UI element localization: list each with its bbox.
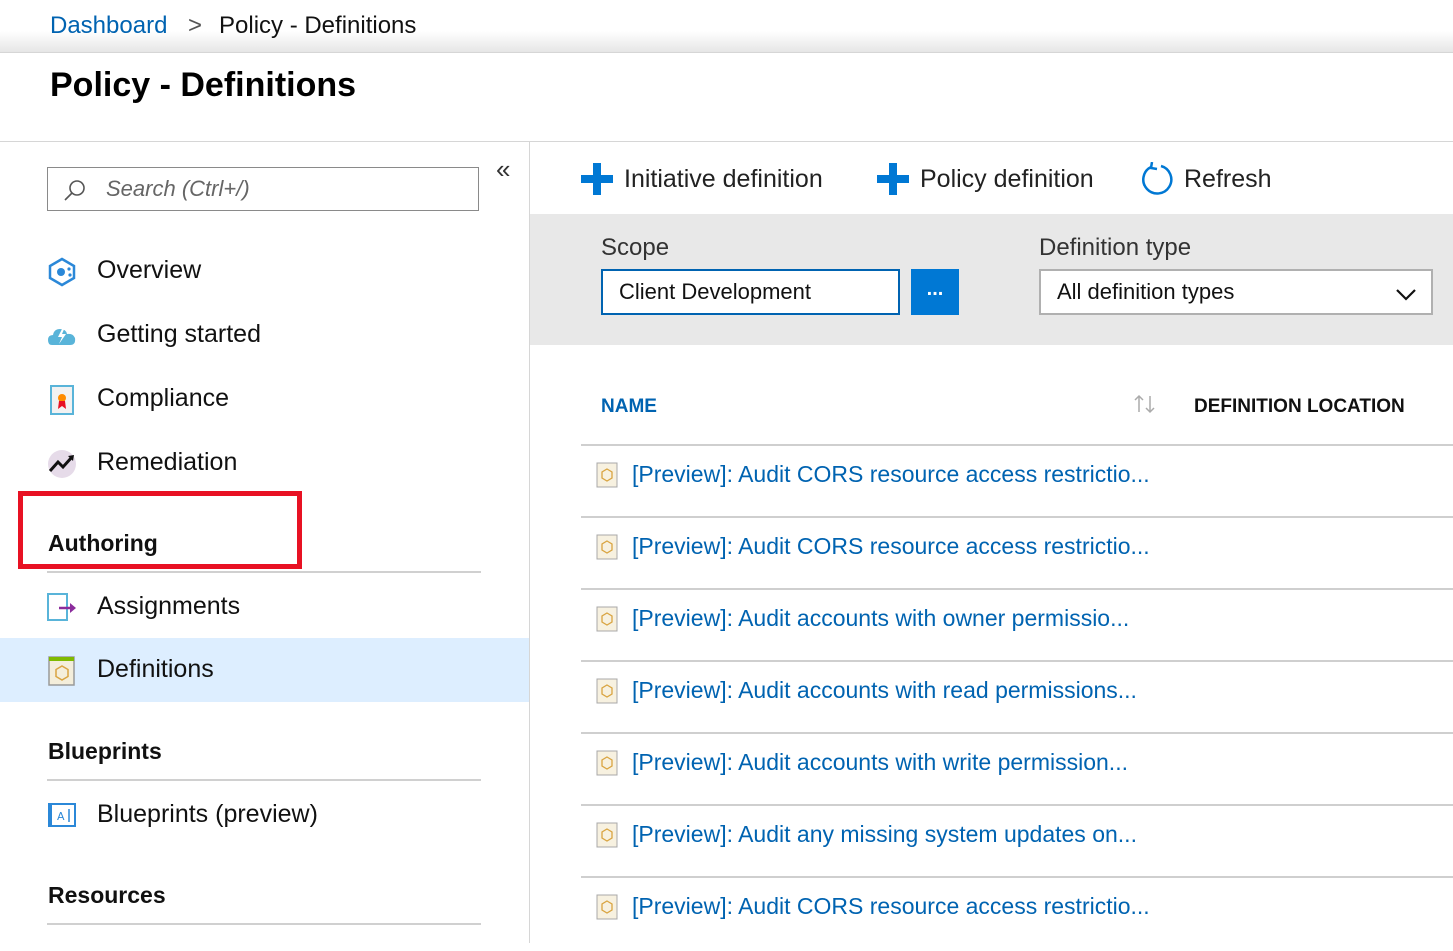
- svg-text:A: A: [57, 810, 65, 823]
- sidebar-item-getting-started[interactable]: Getting started: [0, 303, 529, 367]
- chevron-down-icon: [1396, 289, 1416, 301]
- policy-definition-icon: [596, 606, 618, 632]
- refresh-icon: [1142, 162, 1173, 195]
- section-divider: [47, 571, 481, 573]
- table-row[interactable]: [Preview]: Audit accounts with write per…: [581, 735, 1453, 807]
- blueprint-icon: A: [48, 803, 76, 827]
- table-row[interactable]: [Preview]: Audit any missing system upda…: [581, 807, 1453, 879]
- table-header-divider: [581, 444, 1453, 446]
- sidebar-item-remediation[interactable]: Remediation: [0, 431, 529, 495]
- sidebar-item-assignments[interactable]: Assignments: [0, 575, 529, 639]
- definition-name-link[interactable]: [Preview]: Audit CORS resource access re…: [632, 893, 1150, 920]
- command-toolbar: Initiative definition Policy definition …: [530, 142, 1453, 214]
- initiative-definition-label: Initiative definition: [624, 165, 823, 193]
- search-icon: [64, 180, 85, 201]
- column-header-definition-location[interactable]: DEFINITION LOCATION: [1194, 396, 1405, 418]
- definition-name-link[interactable]: [Preview]: Audit accounts with owner per…: [632, 605, 1129, 632]
- sidebar-item-label: Definitions: [97, 655, 214, 683]
- definition-name-link[interactable]: [Preview]: Audit any missing system upda…: [632, 821, 1137, 848]
- overview-icon: [48, 257, 76, 287]
- definition-type-label: Definition type: [1039, 234, 1192, 261]
- collapse-sidebar-icon[interactable]: «: [496, 156, 510, 182]
- highlight-annotation: [18, 491, 302, 569]
- sidebar-search[interactable]: [47, 167, 479, 211]
- scope-field[interactable]: Client Development: [601, 269, 900, 315]
- row-divider: [581, 588, 1453, 590]
- sidebar-item-label: Assignments: [97, 592, 241, 620]
- definition-name-link[interactable]: [Preview]: Audit accounts with read perm…: [632, 677, 1137, 704]
- policy-definition-icon: [596, 678, 618, 704]
- sidebar-item-label: Blueprints (preview): [97, 800, 318, 828]
- row-divider: [581, 876, 1453, 878]
- policy-definition-icon: [596, 462, 618, 488]
- definition-name-link[interactable]: [Preview]: Audit CORS resource access re…: [632, 533, 1150, 560]
- search-input[interactable]: [106, 174, 466, 204]
- sidebar-item-label: Remediation: [97, 448, 238, 476]
- sidebar-item-label: Compliance: [97, 384, 230, 412]
- table-row[interactable]: [Preview]: Audit accounts with owner per…: [581, 591, 1453, 663]
- policy-definition-label: Policy definition: [920, 165, 1094, 193]
- definition-type-dropdown[interactable]: All definition types: [1039, 269, 1433, 315]
- definition-name-link[interactable]: [Preview]: Audit CORS resource access re…: [632, 461, 1150, 488]
- table-row[interactable]: [Preview]: Audit CORS resource access re…: [581, 447, 1453, 519]
- sidebar-item-blueprints[interactable]: A Blueprints (preview): [0, 783, 529, 847]
- assignment-arrow-icon: [47, 593, 76, 621]
- sidebar-item-definitions[interactable]: Definitions: [0, 638, 529, 702]
- policy-definition-icon: [596, 822, 618, 848]
- table-row[interactable]: [Preview]: Audit CORS resource access re…: [581, 879, 1453, 951]
- filter-panel: Scope Client Development ... Definition …: [530, 214, 1453, 345]
- plus-icon: [581, 163, 613, 195]
- page-title: Policy - Definitions: [50, 66, 357, 104]
- section-divider: [47, 779, 481, 781]
- definition-name-link[interactable]: [Preview]: Audit accounts with write per…: [632, 749, 1128, 776]
- sidebar-item-compliance[interactable]: Compliance: [0, 367, 529, 431]
- row-divider: [581, 732, 1453, 734]
- breadcrumb-dashboard-link[interactable]: Dashboard: [50, 12, 167, 40]
- section-header-resources: Resources: [48, 882, 166, 908]
- row-divider: [581, 516, 1453, 518]
- column-header-name[interactable]: NAME: [601, 396, 657, 418]
- sidebar-item-label: Overview: [97, 256, 202, 284]
- sort-icon[interactable]: [1132, 393, 1158, 415]
- policy-definition-icon: [596, 894, 618, 920]
- table-row[interactable]: [Preview]: Audit CORS resource access re…: [581, 519, 1453, 591]
- definition-document-icon: [48, 656, 75, 686]
- row-divider: [581, 660, 1453, 662]
- compliance-report-icon: [50, 385, 74, 415]
- definition-type-value: All definition types: [1057, 279, 1235, 304]
- table-row[interactable]: [Preview]: Audit accounts with read perm…: [581, 663, 1453, 735]
- refresh-label: Refresh: [1184, 165, 1272, 193]
- trend-arrow-icon: [48, 450, 76, 478]
- section-divider: [47, 923, 481, 925]
- scope-label: Scope: [601, 234, 670, 261]
- sidebar-item-label: Getting started: [97, 320, 261, 348]
- sidebar-item-overview[interactable]: Overview: [0, 239, 529, 303]
- cloud-lightning-icon: [48, 327, 76, 345]
- breadcrumb-current: Policy - Definitions: [219, 12, 417, 39]
- scope-picker-button[interactable]: ...: [911, 269, 959, 315]
- section-header-blueprints: Blueprints: [48, 738, 162, 764]
- policy-definition-icon: [596, 750, 618, 776]
- policy-definition-icon: [596, 534, 618, 560]
- breadcrumb-separator: >: [188, 12, 203, 39]
- row-divider: [581, 804, 1453, 806]
- plus-icon: [877, 163, 909, 195]
- breadcrumb-bar: Dashboard > Policy - Definitions: [0, 0, 1453, 53]
